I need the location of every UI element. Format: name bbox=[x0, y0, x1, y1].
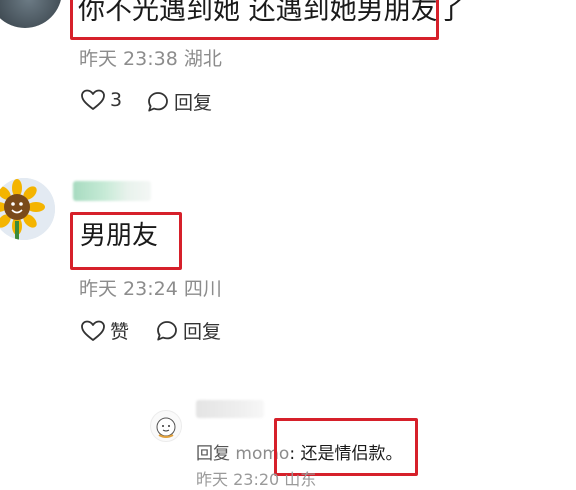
sunflower-avatar[interactable] bbox=[0, 178, 55, 240]
heart-icon bbox=[80, 319, 106, 343]
like-button[interactable]: 3 bbox=[80, 88, 122, 112]
comment-date: 昨天 23:24 bbox=[79, 278, 178, 300]
comment-meta: 昨天 23:38 湖北 bbox=[79, 44, 222, 71]
reply-prefix: 回复 bbox=[196, 444, 236, 464]
reply-label: 回复 bbox=[174, 92, 213, 114]
comment-location: 湖北 bbox=[183, 48, 222, 70]
comment-location: 四川 bbox=[183, 278, 222, 300]
blurred-username bbox=[196, 400, 264, 418]
like-button[interactable]: 赞 bbox=[80, 317, 129, 344]
blurred-username bbox=[73, 181, 151, 201]
avatar[interactable] bbox=[0, 0, 62, 28]
heart-icon bbox=[80, 88, 106, 112]
comment-meta: 昨天 23:24 四川 bbox=[79, 274, 222, 301]
highlight-box bbox=[70, 0, 439, 40]
comment-bubble-icon bbox=[146, 90, 170, 114]
highlight-box bbox=[70, 212, 182, 270]
like-count: 3 bbox=[110, 89, 123, 111]
sub-reply-meta: 昨天 23:20 山东 bbox=[196, 470, 317, 489]
comment-date: 昨天 23:38 bbox=[79, 48, 178, 70]
cartoon-avatar[interactable] bbox=[150, 410, 182, 442]
reply-label: 回复 bbox=[183, 321, 222, 343]
reply-button[interactable]: 回复 bbox=[146, 88, 212, 115]
reply-button[interactable]: 回复 bbox=[155, 317, 221, 344]
like-label: 赞 bbox=[110, 321, 130, 343]
comment-bubble-icon bbox=[155, 319, 179, 343]
